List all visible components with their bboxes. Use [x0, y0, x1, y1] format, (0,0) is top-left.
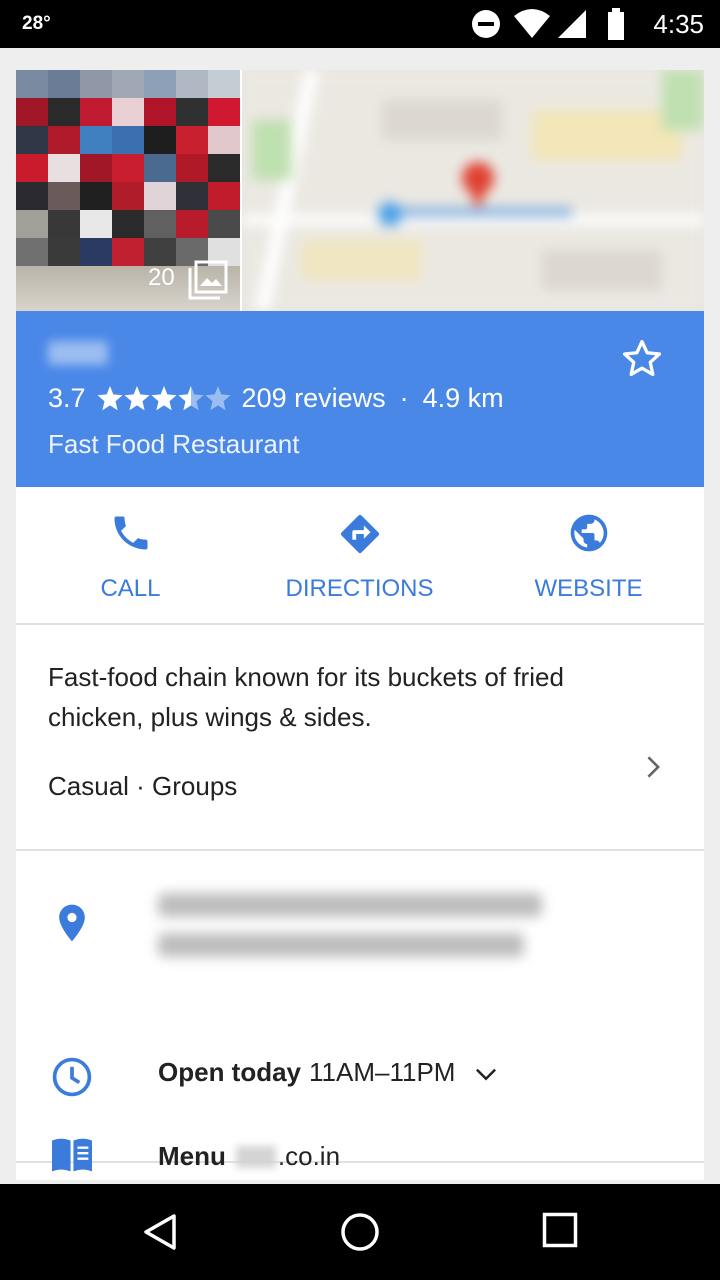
call-button[interactable]: CALL — [16, 487, 245, 623]
separator-dot: · — [399, 383, 409, 413]
do-not-disturb-icon — [472, 10, 500, 38]
menu-domain: .co.in — [277, 1141, 341, 1171]
photo-count: 20 — [148, 264, 175, 291]
opening-hours[interactable]: Open today 11AM–11PM — [158, 1057, 501, 1088]
system-nav-bar — [0, 1184, 720, 1280]
website-button[interactable]: WEBSITE — [474, 487, 703, 623]
back-icon[interactable] — [140, 1212, 180, 1252]
action-bar: CALL DIRECTIONS WEBSITE — [16, 487, 704, 625]
place-card: 20 3.7 209 reviews · 4.9 km Fast Food Re… — [16, 50, 704, 1180]
screen: 28° 4:35 20 3.7 209 reviews · 4.9 km Fas… — [0, 0, 720, 1280]
globe-icon — [570, 514, 607, 552]
clock-icon — [52, 1057, 92, 1097]
rating-row: 3.7 209 reviews · 4.9 km — [48, 383, 504, 414]
pixelated-photo — [16, 70, 240, 270]
directions-button[interactable]: DIRECTIONS — [245, 487, 474, 623]
phone-icon — [114, 516, 147, 550]
hours-value: 11AM–11PM — [309, 1057, 456, 1087]
clock: 4:35 — [653, 9, 704, 39]
wifi-icon — [514, 9, 550, 38]
call-label: CALL — [100, 575, 161, 602]
recents-icon[interactable] — [542, 1212, 578, 1248]
place-description: Fast-food chain known for its buckets of… — [48, 662, 564, 732]
menu-label: Menu — [158, 1141, 226, 1171]
website-label: WEBSITE — [534, 575, 643, 602]
temperature-indicator: 28° — [22, 13, 51, 34]
chevron-right-icon — [647, 756, 660, 778]
card-top-edge — [16, 50, 704, 70]
location-pin-icon — [59, 904, 85, 942]
hours-label: Open today — [158, 1057, 302, 1087]
stars-graphic — [97, 385, 231, 410]
distance: 4.9 km — [422, 383, 504, 413]
place-header: 3.7 209 reviews · 4.9 km Fast Food Resta… — [16, 311, 704, 487]
chevron-down-icon[interactable] — [471, 1058, 501, 1088]
map-preview[interactable] — [242, 70, 704, 311]
place-photo[interactable]: 20 — [16, 70, 240, 311]
place-tags: Casual · Groups — [48, 771, 238, 801]
reviews-link[interactable]: 209 reviews — [242, 383, 386, 414]
gallery-icon — [188, 260, 228, 300]
rating-value: 3.7 — [48, 383, 86, 413]
home-icon[interactable] — [340, 1212, 380, 1252]
address-line-2-redacted[interactable] — [158, 933, 524, 957]
address-line-1-redacted[interactable] — [158, 893, 542, 917]
place-name-redacted — [48, 341, 108, 365]
directions-icon — [340, 514, 379, 554]
save-star-icon[interactable] — [620, 337, 664, 381]
battery-icon — [608, 8, 624, 40]
place-category: Fast Food Restaurant — [48, 429, 300, 459]
menu-domain-redacted — [235, 1145, 276, 1168]
menu-book-icon — [52, 1138, 92, 1172]
status-bar: 28° 4:35 — [0, 0, 720, 48]
rating-stars — [96, 385, 232, 413]
directions-label: DIRECTIONS — [285, 575, 434, 602]
cell-signal-icon — [558, 10, 586, 38]
menu-link[interactable]: Menu .co.in — [158, 1141, 340, 1172]
map-image — [242, 70, 704, 311]
info-section: Open today 11AM–11PM Menu .co.in — [16, 851, 704, 1172]
description-section[interactable]: Fast-food chain known for its buckets of… — [16, 625, 704, 851]
